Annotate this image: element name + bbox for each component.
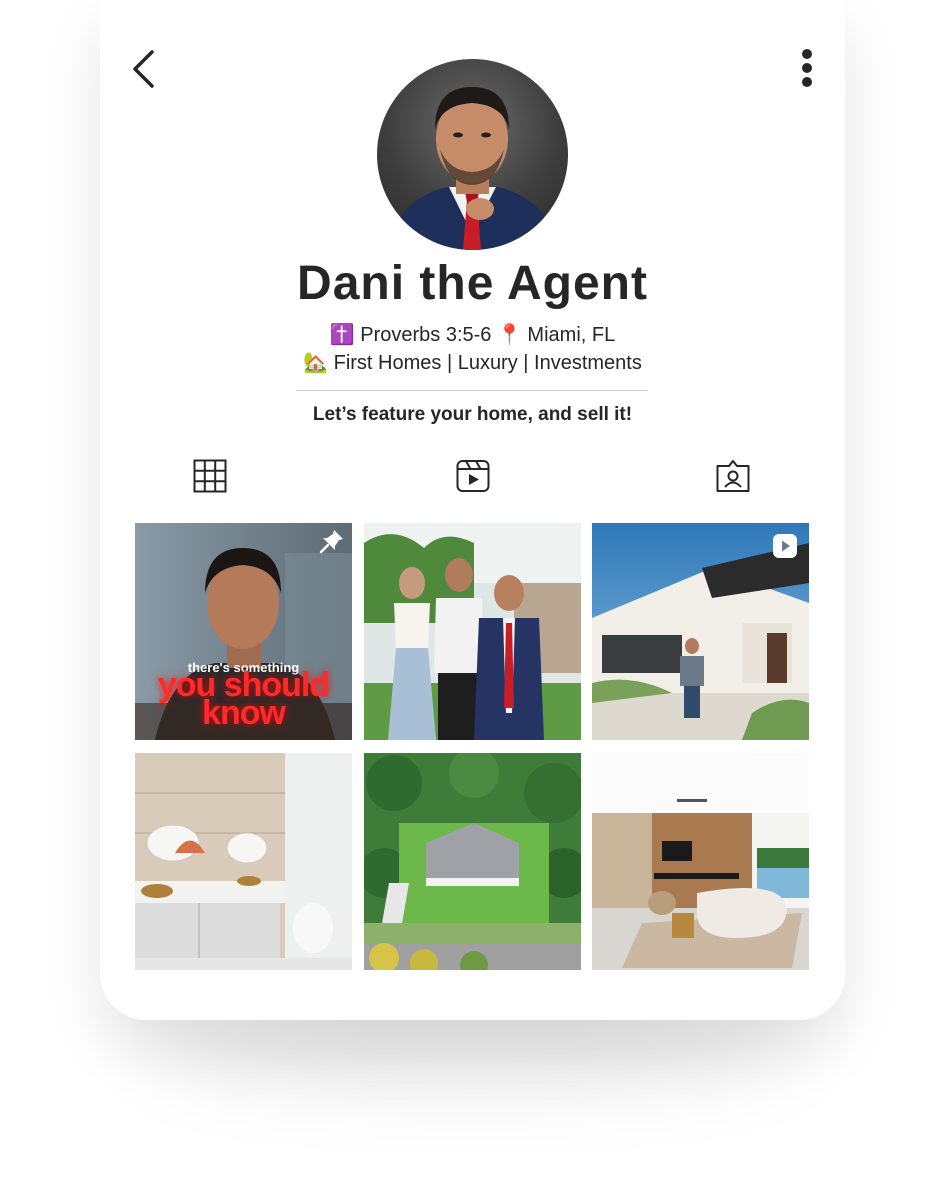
- post-tile[interactable]: [364, 523, 581, 740]
- back-button[interactable]: [128, 48, 162, 90]
- avatar[interactable]: [377, 59, 568, 250]
- post-tile[interactable]: [364, 753, 581, 970]
- post-tile[interactable]: [135, 753, 352, 970]
- more-options-button[interactable]: [793, 48, 821, 90]
- tab-posts[interactable]: [192, 458, 228, 494]
- post-image: [364, 523, 581, 740]
- tab-tagged[interactable]: [715, 458, 751, 494]
- tagged-icon: [716, 460, 750, 492]
- post-tile[interactable]: [592, 753, 809, 970]
- bio-line-2: 🏡 First Homes | Luxury | Investments: [303, 352, 642, 374]
- avatar-portrait-image: [387, 87, 558, 250]
- grid-icon: [193, 459, 227, 493]
- post-image: [135, 753, 352, 970]
- profile-tagline: Let’s feature your home, and sell it!: [312, 404, 633, 425]
- post-image: [364, 753, 581, 970]
- reel-badge-icon: [773, 534, 797, 558]
- reels-icon: [456, 460, 490, 492]
- pin-icon: [319, 530, 343, 554]
- post-tile[interactable]: there's something you should know: [135, 523, 352, 740]
- post-image: [592, 753, 809, 970]
- bio-divider: [296, 390, 648, 391]
- profile-name: Dani the Agent: [297, 257, 648, 310]
- tab-reels[interactable]: [455, 458, 491, 494]
- more-vertical-icon: [802, 49, 812, 87]
- profile-page: Dani the Agent ✝️ Proverbs 3:5-6 📍 Miami…: [0, 0, 945, 1181]
- chevron-left-icon: [133, 50, 154, 88]
- post-tile[interactable]: [592, 523, 809, 740]
- post-caption-big-line2: know: [202, 694, 286, 732]
- bio-line-1: ✝️ Proverbs 3:5-6 📍 Miami, FL: [329, 324, 616, 346]
